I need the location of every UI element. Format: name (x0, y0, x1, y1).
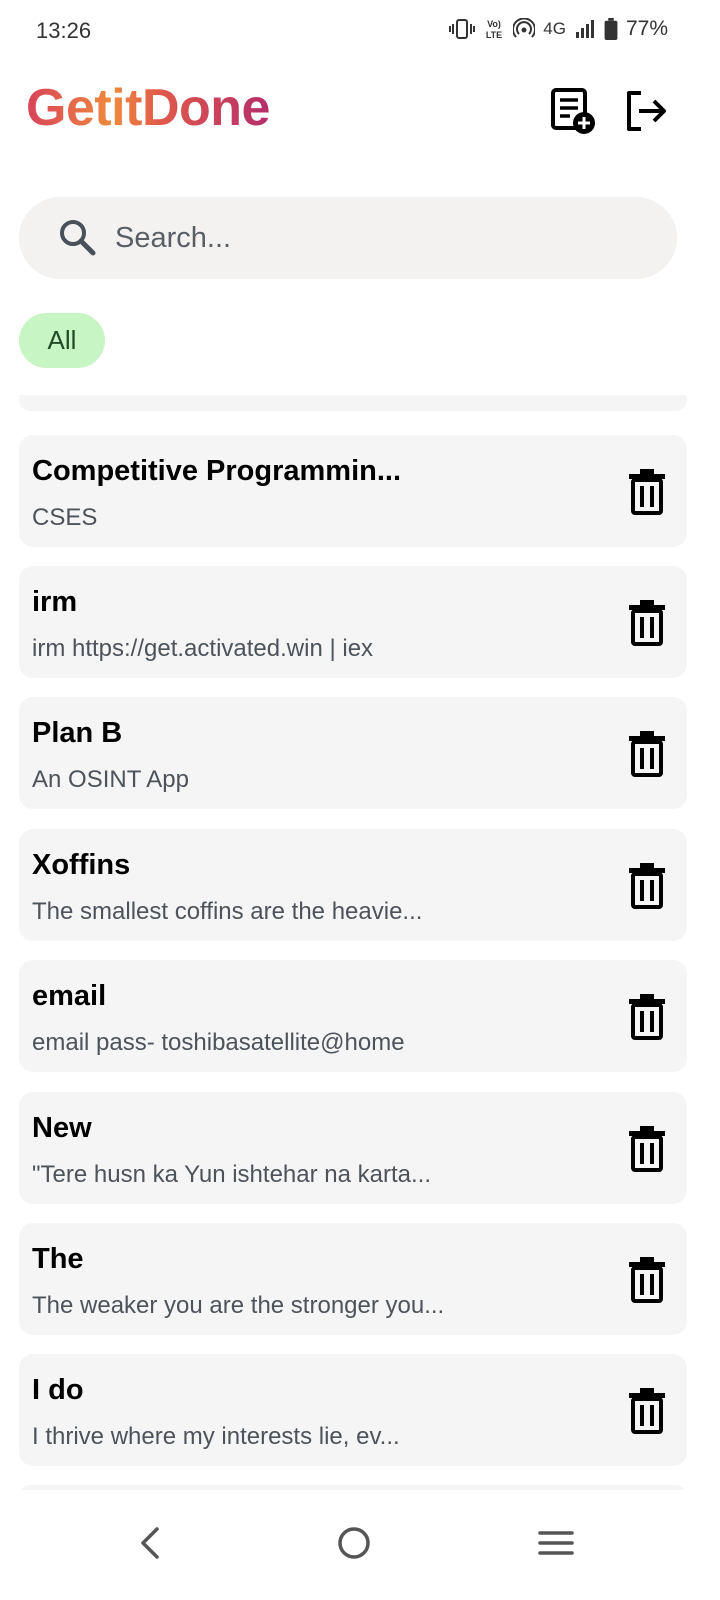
note-title: Xoffins (32, 849, 131, 881)
nav-recents-button[interactable] (521, 1508, 591, 1578)
vibrate-icon (449, 19, 476, 39)
note-subtitle: "Tere husn ka Yun ishtehar na karta... (32, 1161, 431, 1188)
list-item[interactable]: New "Tere husn ka Yun ishtehar na karta.… (19, 1092, 687, 1204)
new-note-button[interactable] (546, 84, 600, 138)
note-title: The (32, 1243, 84, 1275)
note-subtitle: The weaker you are the stronger you... (32, 1292, 445, 1319)
network-type: 4G (543, 19, 566, 38)
note-subtitle: An OSINT App (32, 766, 189, 793)
trash-icon (629, 863, 665, 909)
delete-button[interactable] (627, 1124, 667, 1172)
delete-button[interactable] (627, 598, 667, 646)
list-item[interactable]: irm irm https://get.activated.win | iex (19, 566, 687, 678)
status-bar: 13:26 Vo) LTE 4G 77% (0, 0, 720, 60)
logout-icon (627, 91, 666, 131)
note-subtitle: CSES (32, 504, 98, 531)
search-bar[interactable] (19, 197, 677, 279)
status-time: 13:26 (36, 18, 92, 43)
volte-icon: Vo) LTE (486, 19, 502, 40)
list-item[interactable]: The The weaker you are the stronger you.… (19, 1223, 687, 1335)
note-title: New (32, 1112, 92, 1144)
note-add-icon (551, 88, 595, 134)
list-item[interactable]: email email pass- toshibasatellite@home (19, 960, 687, 1072)
battery-icon (604, 18, 618, 40)
note-subtitle: email pass- toshibasatellite@home (32, 1029, 405, 1056)
trash-icon (629, 994, 665, 1040)
battery-percent: 77% (625, 17, 668, 40)
delete-button[interactable] (627, 1386, 667, 1434)
delete-button[interactable] (627, 992, 667, 1040)
trash-icon (629, 600, 665, 646)
nav-back-button[interactable] (115, 1508, 185, 1578)
list-item[interactable]: I do I thrive where my interests lie, ev… (19, 1354, 687, 1466)
trash-icon (629, 1388, 665, 1434)
trash-icon (629, 1126, 665, 1172)
signal-icon (575, 20, 594, 38)
list-item[interactable]: Plan B An OSINT App (19, 697, 687, 809)
recents-menu-icon (538, 1531, 574, 1555)
trash-icon (629, 469, 665, 515)
list-item[interactable]: Competitive Programmin... CSES (19, 435, 687, 547)
list-item[interactable]: Xoffins The smallest coffins are the hea… (19, 829, 687, 941)
trash-icon (629, 1257, 665, 1303)
note-subtitle: I thrive where my interests lie, ev... (32, 1423, 400, 1450)
note-subtitle: irm https://get.activated.win | iex (32, 635, 374, 662)
note-title: Plan B (32, 717, 123, 749)
note-subtitle: The smallest coffins are the heavie... (32, 898, 423, 925)
delete-button[interactable] (627, 729, 667, 777)
note-title: Competitive Programmin... (32, 455, 402, 487)
hotspot-icon (513, 18, 536, 38)
svg-text:LTE: LTE (486, 30, 502, 40)
list-item-partial[interactable] (19, 395, 687, 411)
note-title: irm (32, 586, 78, 618)
search-icon (60, 220, 96, 256)
delete-button[interactable] (627, 467, 667, 515)
note-title: email (32, 980, 107, 1012)
trash-icon (629, 731, 665, 777)
status-icons: Vo) LTE 4G 77% (449, 17, 668, 41)
svg-text:Vo): Vo) (487, 19, 501, 29)
delete-button[interactable] (627, 1255, 667, 1303)
search-input[interactable] (115, 197, 655, 279)
home-icon (338, 1527, 370, 1559)
app-title: GetitDone (26, 79, 270, 137)
note-title: I do (32, 1374, 84, 1406)
logout-button[interactable] (618, 84, 672, 138)
system-nav-bar (0, 1490, 720, 1600)
filter-chip-all[interactable]: All (19, 313, 105, 368)
back-icon (141, 1527, 159, 1559)
notes-list[interactable]: Competitive Programmin... CSES irm irm h… (0, 395, 720, 1490)
delete-button[interactable] (627, 861, 667, 909)
nav-home-button[interactable] (319, 1508, 389, 1578)
